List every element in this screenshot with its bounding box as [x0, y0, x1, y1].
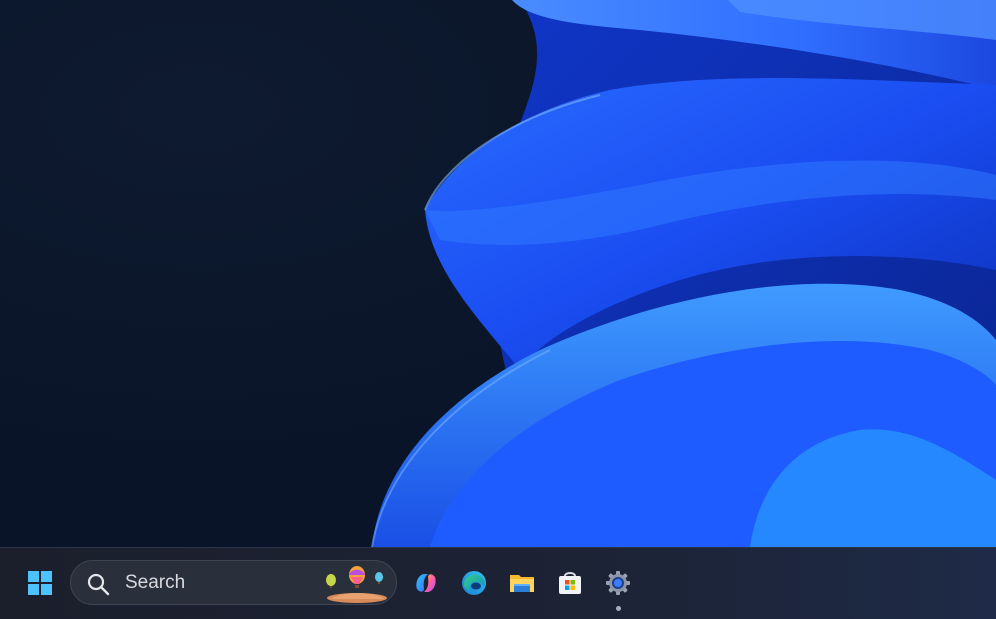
- gear-icon: [606, 571, 630, 595]
- edge-icon: [462, 571, 486, 595]
- file-explorer-button[interactable]: [502, 563, 542, 603]
- settings-button[interactable]: [598, 563, 638, 603]
- edge-button[interactable]: [454, 563, 494, 603]
- windows-logo-icon: [28, 571, 52, 595]
- search-icon: [87, 573, 110, 596]
- settings-running-indicator: [616, 606, 621, 611]
- store-icon: [559, 572, 581, 594]
- copilot-icon: [416, 574, 436, 592]
- start-button[interactable]: [20, 563, 60, 603]
- copilot-button[interactable]: [406, 563, 446, 603]
- taskbar: Search: [0, 547, 996, 619]
- microsoft-store-button[interactable]: [550, 563, 590, 603]
- folder-icon: [510, 575, 534, 592]
- wallpaper-bloom: [371, 0, 996, 547]
- hot-air-balloons-icon: [326, 566, 387, 603]
- search-placeholder: Search: [125, 572, 186, 593]
- search-box[interactable]: Search: [70, 560, 397, 605]
- desktop[interactable]: [0, 0, 996, 547]
